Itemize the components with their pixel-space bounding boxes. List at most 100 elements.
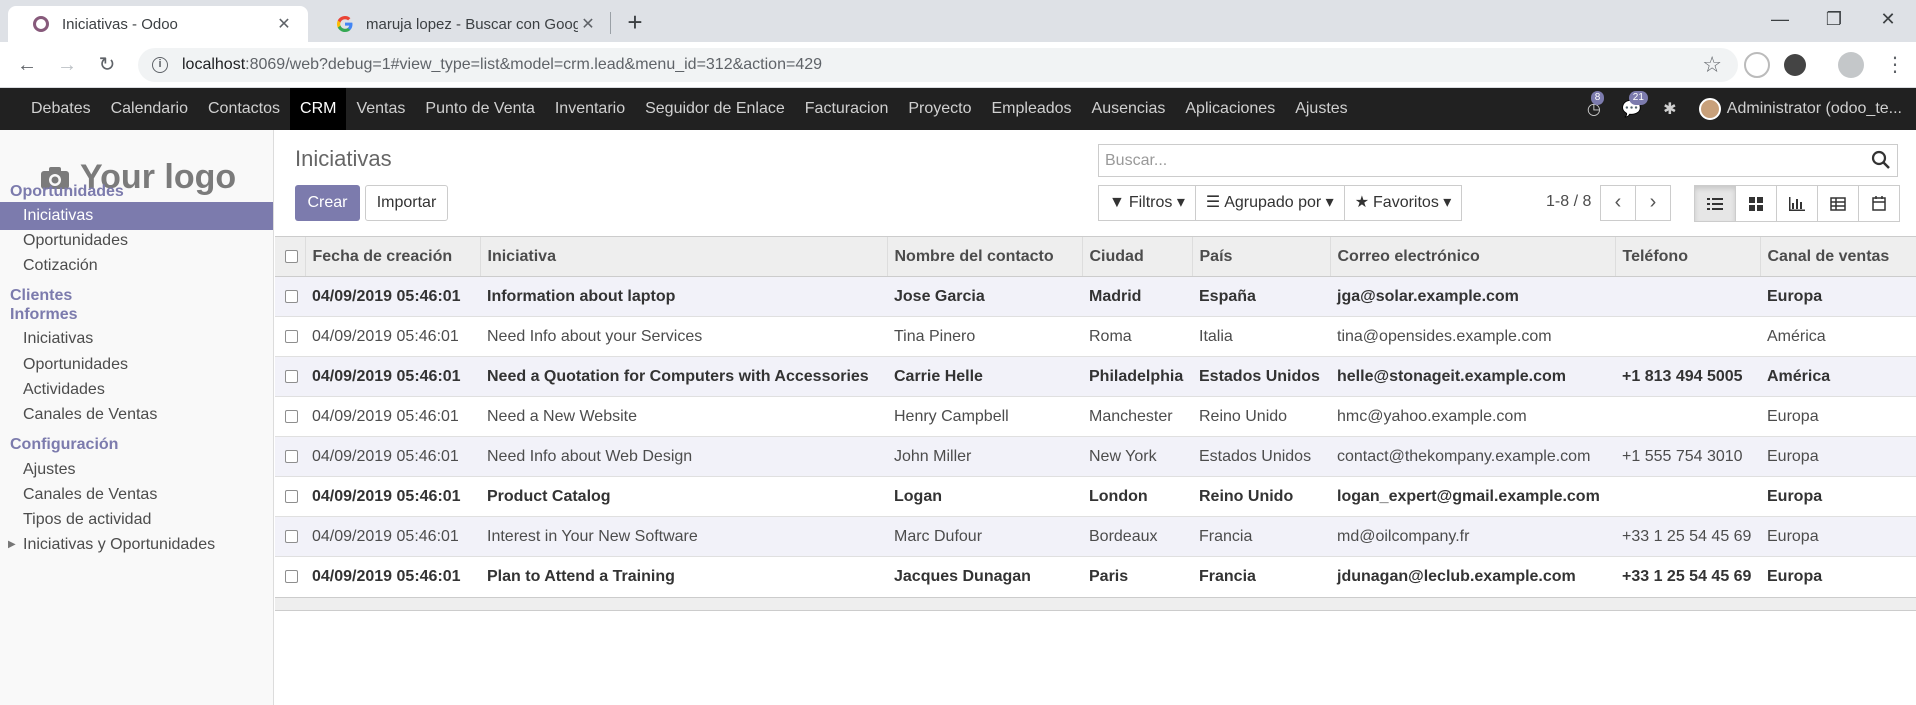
row-checkbox[interactable] [285,370,298,383]
menu-item-calendario[interactable]: Calendario [101,88,198,130]
row-select-cell [275,556,305,597]
menu-item-ventas[interactable]: Ventas [346,88,415,130]
sidebar-item[interactable]: Iniciativas [0,202,273,230]
table-row[interactable]: 04/09/2019 05:46:01 Plan to Attend a Trai… [275,556,1916,597]
menu-item-punto-de-venta[interactable]: Punto de Venta [415,88,544,130]
menu-item-contactos[interactable]: Contactos [198,88,290,130]
sidebar-item[interactable]: Ajustes [0,456,273,484]
groupby-button[interactable]: ☰ Agrupado por ▾ [1194,185,1345,221]
table-row[interactable]: 04/09/2019 05:46:01 Need Info about your … [275,316,1916,357]
messages-icon[interactable]: 💬 21 [1613,91,1651,119]
sidebar-section-0[interactable]: Oportunidades [10,183,124,201]
menu-item-inventario[interactable]: Inventario [545,88,635,130]
list-view-icon[interactable] [1694,185,1736,222]
table-cell: jga@solar.example.com [1330,276,1615,317]
sidebar-item[interactable]: Cotización [0,252,273,280]
sidebar-section-2[interactable]: Informes [10,306,78,324]
row-checkbox[interactable] [285,490,298,503]
table-row[interactable]: 04/09/2019 05:46:01 Information about lap… [275,276,1916,317]
debug-bug-icon[interactable]: ✱ [1651,99,1689,119]
sidebar-item[interactable]: Canales de Ventas [0,481,273,509]
caret-right-icon[interactable]: ▶ [8,539,16,550]
table-row[interactable]: 04/09/2019 05:46:01 Need a Quotation for … [275,356,1916,397]
column-header[interactable]: Nombre del contacto [886,236,1082,277]
extension-icon[interactable] [1744,52,1770,78]
table-cell: Estados Unidos [1192,356,1330,397]
column-header[interactable]: Canal de ventas [1759,236,1916,277]
search-input[interactable] [1099,145,1839,176]
bookmark-star-icon[interactable]: ☆ [1702,52,1722,78]
sidebar-section-1[interactable]: Clientes [10,287,72,305]
row-checkbox[interactable] [285,450,298,463]
filters-button[interactable]: ▼ Filtros ▾ [1098,185,1196,221]
column-header[interactable]: Teléfono [1614,236,1760,277]
import-button[interactable]: Importar [365,185,448,221]
user-menu[interactable]: Administrator (odoo_te... [1698,98,1916,120]
table-row[interactable]: 04/09/2019 05:46:01 Interest in Your New … [275,516,1916,557]
menu-item-debates[interactable]: Debates [0,88,101,130]
activity-icon[interactable]: ◷ 8 [1575,91,1613,119]
minimize-icon[interactable]: — [1752,4,1808,36]
forward-icon[interactable]: → [52,50,82,80]
browser-tab[interactable]: maruja lopez - Buscar con Google ✕ [312,6,612,42]
sidebar-item[interactable]: Iniciativas [0,325,273,353]
extension-icon[interactable] [1784,54,1806,76]
back-icon[interactable]: ← [12,50,42,80]
search-icon[interactable] [1871,150,1891,170]
menu-item-crm[interactable]: CRM [290,88,347,130]
restore-icon[interactable]: ❐ [1806,4,1862,36]
column-header[interactable]: Ciudad [1081,236,1192,277]
menu-item-ajustes[interactable]: Ajustes [1285,88,1357,130]
table-cell: Jacques Dunagan [887,556,1082,597]
row-checkbox[interactable] [285,330,298,343]
browser-tab-active[interactable]: Iniciativas - Odoo ✕ [8,6,308,42]
create-button[interactable]: Crear [295,185,360,221]
table-cell: Paris [1082,556,1192,597]
info-icon[interactable]: i [152,57,168,73]
select-all-checkbox[interactable] [285,250,298,263]
column-header[interactable]: País [1191,236,1330,277]
pivot-view-icon[interactable] [1817,185,1859,222]
window-close-icon[interactable]: ✕ [1860,4,1916,36]
sidebar-item[interactable]: Iniciativas y Oportunidades [0,531,273,559]
pager-value[interactable]: 1-8 / 8 [1546,193,1591,211]
sidebar-item[interactable]: Oportunidades [0,227,273,255]
menu-item-seguidor-de-enlace[interactable]: Seguidor de Enlace [635,88,795,130]
table-row[interactable]: 04/09/2019 05:46:01 Need Info about Web D… [275,436,1916,477]
menu-item-ausencias[interactable]: Ausencias [1082,88,1176,130]
sidebar-item[interactable]: Oportunidades [0,351,273,379]
row-checkbox[interactable] [285,570,298,584]
sidebar-item[interactable]: Actividades [0,376,273,404]
table-cell: 04/09/2019 05:46:01 [305,396,480,437]
row-checkbox[interactable] [285,410,298,423]
calendar-view-icon[interactable] [1858,185,1900,222]
menu-item-facturacion[interactable]: Facturacion [795,88,899,130]
url-text[interactable]: localhost:8069/web?debug=1#view_type=lis… [182,56,822,74]
menu-item-empleados[interactable]: Empleados [982,88,1082,130]
sidebar-item[interactable]: Tipos de actividad [0,506,273,534]
menu-item-proyecto[interactable]: Proyecto [898,88,981,130]
table-row[interactable]: 04/09/2019 05:46:01 Product Catalog Logan L… [275,476,1916,517]
sidebar-item[interactable]: Canales de Ventas [0,401,273,429]
sidebar-section-3[interactable]: Configuración [10,436,118,454]
table-row[interactable]: 04/09/2019 05:46:01 Need a New Website Hen… [275,396,1916,437]
column-header[interactable]: Fecha de creación [304,236,480,277]
address-bar[interactable]: i localhost:8069/web?debug=1#view_type=l… [138,48,1738,82]
close-icon[interactable]: ✕ [578,14,598,34]
browser-menu-icon[interactable]: ⋮ [1880,50,1910,80]
column-header[interactable]: Iniciativa [479,236,887,277]
graph-view-icon[interactable] [1776,185,1818,222]
new-tab-icon[interactable]: + [620,8,650,38]
pager-previous-icon[interactable]: ‹ [1600,185,1636,221]
column-header[interactable]: Correo electrónico [1329,236,1615,277]
row-checkbox[interactable] [285,530,298,543]
close-icon[interactable]: ✕ [274,14,294,34]
profile-avatar-icon[interactable] [1838,52,1864,78]
kanban-view-icon[interactable] [1735,185,1777,222]
menu-item-aplicaciones[interactable]: Aplicaciones [1175,88,1285,130]
row-checkbox[interactable] [285,290,298,303]
table-cell: Tina Pinero [887,316,1082,357]
pager-next-icon[interactable]: › [1635,185,1671,221]
favorites-button[interactable]: ★ Favoritos ▾ [1343,185,1463,221]
reload-icon[interactable]: ↻ [92,50,122,80]
